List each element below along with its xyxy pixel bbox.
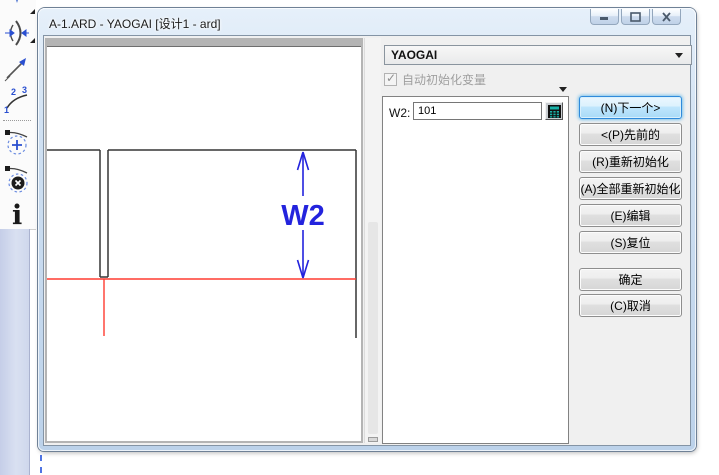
guide-line	[40, 455, 42, 473]
svg-text:1: 1	[4, 105, 9, 114]
info-icon[interactable]: i	[3, 199, 31, 227]
maximize-icon	[630, 12, 641, 22]
scrollbar-thumb[interactable]	[368, 222, 378, 434]
pattern-preview-canvas[interactable]: W2	[47, 46, 361, 441]
reinitialize-all-button[interactable]: (A)全部重新初始化	[579, 177, 682, 200]
reinitialize-button[interactable]: (R)重新初始化	[579, 150, 682, 173]
drawing-frame: W2	[45, 38, 363, 443]
list-dropdown-icon[interactable]	[559, 87, 567, 92]
window-controls	[588, 9, 681, 25]
ok-button[interactable]: 确定	[579, 268, 682, 291]
pattern-outline	[47, 150, 356, 338]
delete-point-icon[interactable]	[3, 163, 31, 197]
dialog-window: A-1.ARD - YAOGAI [设计1 - ard]	[38, 8, 696, 451]
curve-adjust-icon[interactable]	[3, 19, 31, 47]
auto-init-label: 自动初始化变量	[402, 71, 486, 88]
maximize-button[interactable]	[621, 9, 650, 25]
reset-button[interactable]: (S)复位	[579, 231, 682, 254]
chevron-down-icon	[675, 53, 683, 58]
titlebar[interactable]: A-1.ARD - YAOGAI [设计1 - ard]	[38, 8, 696, 35]
left-tool-rail: 1 2 3	[0, 0, 37, 475]
minimize-button[interactable]	[590, 9, 619, 25]
calculator-button[interactable]	[545, 102, 563, 120]
baseline-guides	[47, 279, 356, 336]
variable-name: W2:	[389, 106, 410, 120]
dimension-label-group: W2	[281, 200, 325, 232]
combobox-value: YAOGAI	[385, 48, 675, 62]
close-button[interactable]	[652, 9, 681, 25]
window-title: A-1.ARD - YAOGAI [设计1 - ard]	[49, 15, 221, 32]
preview-scrollbar[interactable]	[364, 38, 381, 443]
controls-panel: YAOGAI 自动初始化变量 W2:	[382, 36, 690, 445]
piece-select-combobox[interactable]: YAOGAI	[384, 45, 692, 65]
variable-row: W2:	[383, 102, 568, 122]
previous-button[interactable]: <(P)先前的	[579, 123, 682, 146]
dialog-client-area: W2 YAOGAI 自动初始化变量	[43, 35, 691, 446]
next-button[interactable]: (N)下一个>	[579, 96, 682, 119]
dropdown-corner-icon	[30, 38, 35, 43]
edit-button[interactable]: (E)编辑	[579, 204, 682, 227]
add-point-icon[interactable]	[3, 127, 31, 159]
svg-text:3: 3	[22, 86, 27, 95]
auto-init-checkbox[interactable]	[384, 73, 397, 86]
toolbar: 1 2 3	[0, 0, 36, 230]
svg-text:2: 2	[11, 87, 16, 97]
auto-init-row: 自动初始化变量	[384, 72, 486, 86]
scrollbar-grip[interactable]	[368, 437, 378, 442]
cancel-button[interactable]: (C)取消	[579, 294, 682, 317]
toolbar-separator	[3, 120, 31, 121]
minimize-icon	[599, 12, 610, 21]
curve-select-icon[interactable]	[3, 0, 31, 4]
variable-list[interactable]: W2:	[382, 96, 569, 444]
close-icon	[661, 12, 672, 22]
renumber-points-icon[interactable]: 1 2 3	[3, 86, 31, 114]
dropdown-corner-icon	[30, 9, 35, 14]
calculator-icon	[548, 105, 561, 118]
measure-arrow-icon[interactable]	[3, 54, 31, 82]
page: 1 2 3	[0, 0, 719, 475]
docked-panel-strip	[0, 229, 30, 475]
svg-text:i: i	[12, 200, 22, 229]
variable-value-input[interactable]	[413, 102, 542, 120]
dimension-label: W2	[281, 200, 325, 232]
